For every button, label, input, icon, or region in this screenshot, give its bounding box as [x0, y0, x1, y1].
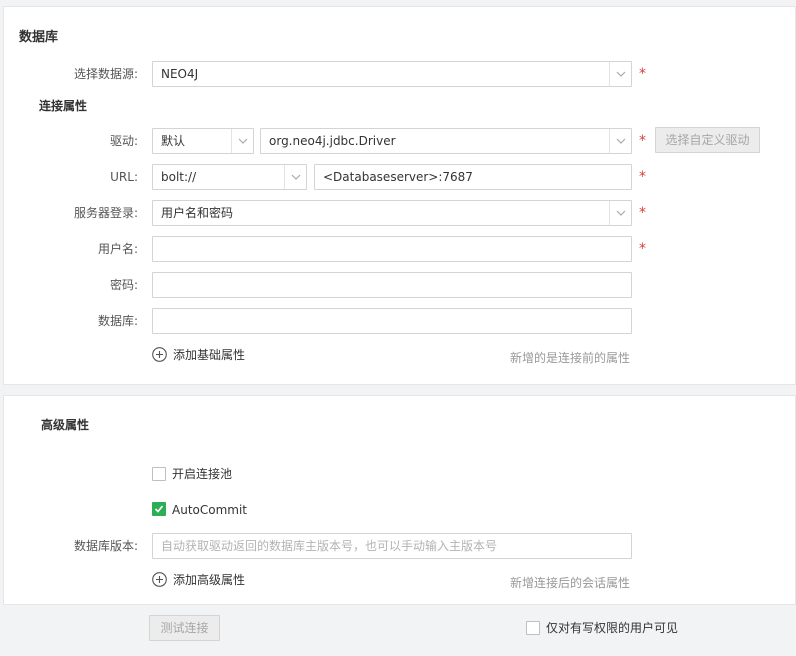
driver-class-value: org.neo4j.jdbc.Driver — [269, 134, 396, 148]
add-advanced-property-button[interactable]: 添加高级属性 — [152, 570, 272, 590]
url-host-input[interactable]: <Databaseserver>:7687 — [314, 164, 632, 190]
database-panel: 数据库 选择数据源: NEO4J * 连接属性 驱动: 默认 org.neo4j… — [3, 6, 796, 385]
database-label: 数据库: — [97, 314, 138, 328]
advanced-section-title: 高级属性 — [41, 418, 90, 432]
connection-pool-label: 开启连接池 — [172, 467, 233, 481]
chevron-down-icon[interactable] — [231, 129, 253, 153]
required-mark: * — [639, 241, 646, 257]
driver-class-select[interactable]: org.neo4j.jdbc.Driver — [260, 128, 632, 154]
db-version-placeholder: 自动获取驱动返回的数据库主版本号，也可以手动输入主版本号 — [161, 539, 498, 553]
connection-pool-checkbox[interactable] — [152, 467, 166, 481]
username-input[interactable] — [152, 236, 632, 262]
add-basic-property-button[interactable]: 添加基础属性 — [152, 345, 272, 365]
plus-circle-icon — [152, 572, 167, 593]
driver-label: 驱动: — [109, 134, 138, 148]
db-version-label: 数据库版本: — [73, 539, 138, 553]
database-section-title: 数据库 — [19, 30, 59, 45]
visibility-checkbox[interactable] — [526, 621, 540, 635]
check-icon — [154, 505, 164, 513]
driver-mode-value: 默认 — [161, 134, 186, 148]
auth-label: 服务器登录: — [73, 206, 138, 220]
datasource-label: 选择数据源: — [73, 67, 138, 81]
required-mark: * — [639, 66, 646, 82]
chevron-down-icon[interactable] — [609, 62, 631, 86]
url-protocol-select[interactable]: bolt:// — [152, 164, 307, 190]
auth-value: 用户名和密码 — [161, 206, 234, 220]
autocommit-checkbox[interactable] — [152, 502, 166, 516]
visibility-label: 仅对有写权限的用户可见 — [546, 621, 679, 635]
datasource-value: NEO4J — [161, 67, 199, 81]
password-label: 密码: — [109, 278, 138, 292]
test-connection-button[interactable]: 测试连接 — [149, 615, 220, 641]
chevron-down-icon[interactable] — [609, 129, 631, 153]
basic-property-hint: 新增的是连接前的属性 — [510, 351, 631, 365]
username-label: 用户名: — [97, 242, 138, 256]
advanced-panel: 高级属性 开启连接池 AutoCommit 数据库版本: 自动获取驱动返回的数据… — [3, 395, 796, 605]
url-protocol-value: bolt:// — [161, 170, 197, 184]
add-advanced-property-label: 添加高级属性 — [173, 573, 246, 587]
autocommit-label: AutoCommit — [172, 503, 247, 517]
custom-driver-button[interactable]: 选择自定义驱动 — [655, 127, 760, 153]
required-mark: * — [639, 133, 646, 149]
db-version-input[interactable]: 自动获取驱动返回的数据库主版本号，也可以手动输入主版本号 — [152, 533, 632, 559]
plus-circle-icon — [152, 347, 167, 368]
required-mark: * — [639, 205, 646, 221]
database-input[interactable] — [152, 308, 632, 334]
datasource-select[interactable]: NEO4J — [152, 61, 632, 87]
password-input[interactable] — [152, 272, 632, 298]
required-mark: * — [639, 169, 646, 185]
advanced-property-hint: 新增连接后的会话属性 — [510, 576, 631, 590]
url-host-value: <Databaseserver>:7687 — [323, 170, 473, 184]
add-basic-property-label: 添加基础属性 — [173, 348, 246, 362]
driver-mode-select[interactable]: 默认 — [152, 128, 254, 154]
url-label: URL: — [110, 170, 138, 184]
auth-select[interactable]: 用户名和密码 — [152, 200, 632, 226]
chevron-down-icon[interactable] — [284, 165, 306, 189]
connection-properties-title: 连接属性 — [39, 99, 88, 113]
chevron-down-icon[interactable] — [609, 201, 631, 225]
